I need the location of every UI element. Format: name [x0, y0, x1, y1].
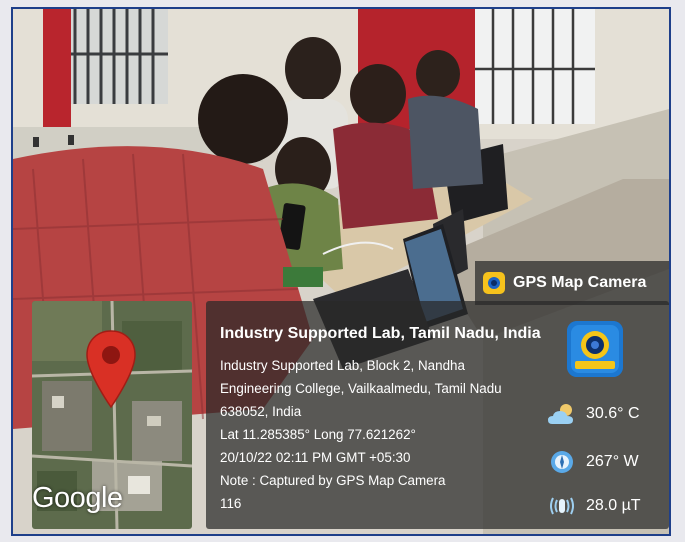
wind-metric: 267° W	[546, 449, 639, 475]
magnetic-metric: 28.0 µT	[546, 493, 641, 519]
photo-frame: GPS Map Camera Google Industry Supported…	[11, 7, 671, 536]
gps-map-camera-app-icon	[567, 321, 623, 377]
gps-map-camera-logo-icon	[483, 272, 505, 294]
temperature-value: 30.6° C	[586, 405, 640, 422]
cloud-sun-icon	[546, 401, 578, 427]
temperature-metric: 30.6° C	[546, 401, 640, 427]
magnetic-field-icon	[546, 493, 578, 519]
google-attribution: Google	[32, 482, 123, 514]
gps-map-camera-header: GPS Map Camera	[475, 261, 669, 305]
address-line-2: Engineering College, Vailkaalmedu, Tamil…	[220, 381, 502, 396]
location-info-panel: Industry Supported Lab, Tamil Nadu, Indi…	[206, 301, 669, 529]
compass-icon	[546, 449, 578, 475]
magnetic-value: 28.0 µT	[586, 497, 641, 514]
app-name: GPS Map Camera	[513, 274, 647, 291]
map-thumbnail[interactable]: Google	[32, 301, 192, 529]
wind-value: 267° W	[586, 453, 639, 470]
